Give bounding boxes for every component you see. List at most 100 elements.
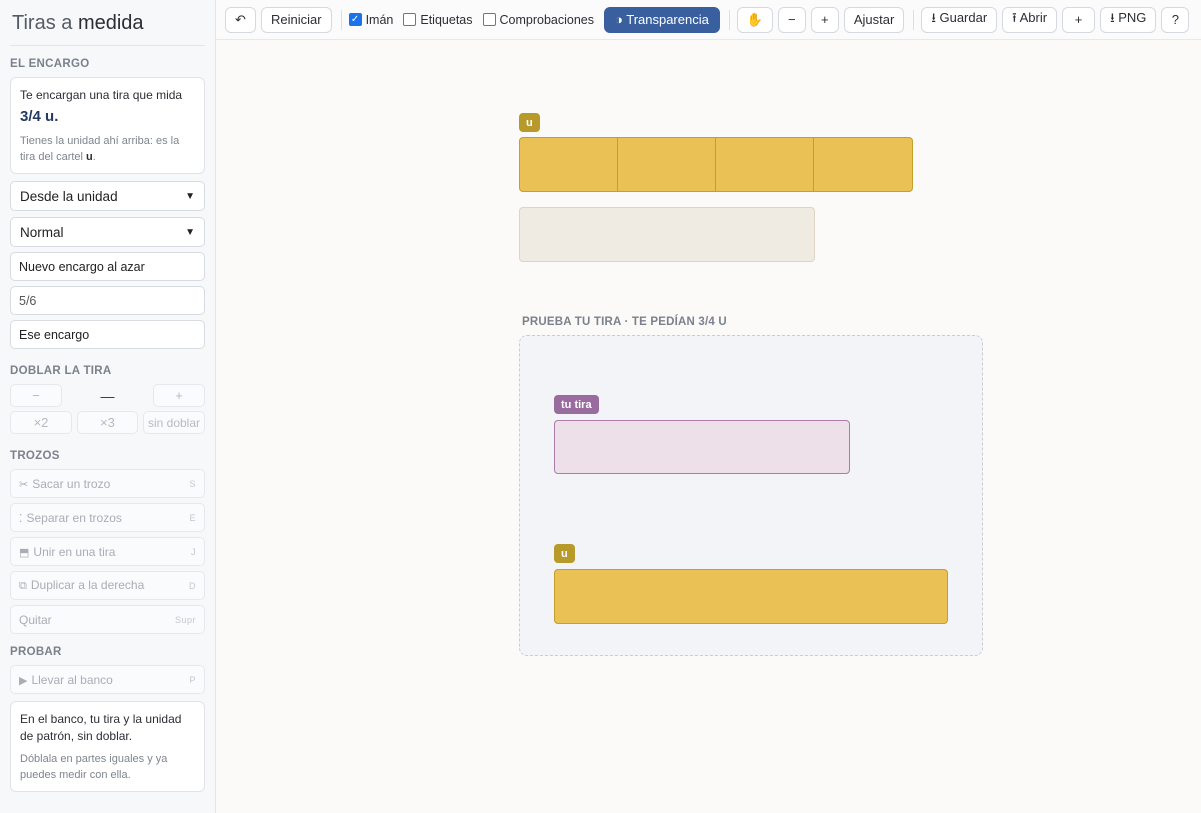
doblar-value: — <box>100 387 115 404</box>
fit-button[interactable]: Ajustar <box>843 6 905 33</box>
join-strip-key: J <box>191 546 196 557</box>
mode-select[interactable]: Desde la unidad ▼ <box>10 181 205 211</box>
cut-piece-label-wrap: ✂ Sacar un trozo <box>19 477 110 491</box>
doblar-row: − — + <box>10 384 205 407</box>
blank-strip[interactable] <box>519 207 815 262</box>
checkbox-empty-icon <box>403 13 417 26</box>
encargo-amount-value: 3/4 <box>20 108 41 125</box>
bench-unit-tag[interactable]: u <box>554 544 575 563</box>
encargo-card: Te encargan una tira que mida 3/4 u. Tie… <box>10 77 205 174</box>
doblar-x3-button[interactable]: ×3 <box>77 411 138 434</box>
send-to-bench-button[interactable]: ▶ Llevar al banco P <box>10 665 205 694</box>
cut-piece-button[interactable]: ✂ Sacar un trozo S <box>10 469 205 498</box>
chevron-down-icon: ▼ <box>185 226 195 238</box>
remove-key: Supr <box>174 614 196 625</box>
undo-button[interactable]: ↶ <box>225 6 256 33</box>
bench-info-text: En el banco, tu tira y la unidad de patr… <box>20 712 182 743</box>
doblar-x2-button[interactable]: ×2 <box>10 411 72 434</box>
hand-tool-button[interactable]: ✋ <box>736 6 773 33</box>
duplicate-label-wrap: ⧉ Duplicar a la derecha <box>19 578 144 593</box>
comprobaciones-label: Comprobaciones <box>499 12 595 27</box>
encargo-amount-unit: u <box>45 108 55 125</box>
cut-piece-label: Sacar un trozo <box>32 476 111 491</box>
encargo-heading: EL ENCARGO <box>10 58 90 70</box>
split-pieces-label-wrap: ⁚ Separar en trozos <box>19 511 122 525</box>
bench-info-card: En el banco, tu tira y la unidad de patr… <box>10 701 205 792</box>
zoom-out-button[interactable]: − <box>777 6 806 33</box>
etiquetas-checkbox[interactable]: Etiquetas <box>403 12 473 27</box>
checkbox-empty-icon <box>482 13 496 26</box>
bench-title: PRUEBA TU TIRA · TE PEDÍAN 3/4 U <box>522 316 727 328</box>
iman-checkbox[interactable]: ✓ Imán <box>348 12 394 27</box>
trozos-heading: TROZOS <box>10 450 60 462</box>
unit-tag[interactable]: u <box>519 113 540 132</box>
level-select-value: Normal <box>20 224 64 240</box>
divider <box>728 9 730 30</box>
level-select[interactable]: Normal ▼ <box>10 217 205 247</box>
mode-select-value: Desde la unidad <box>20 188 118 204</box>
join-strip-label: Unir en una tira <box>33 544 116 559</box>
reset-button[interactable]: Reiniciar <box>261 6 332 33</box>
split-pieces-key: E <box>189 512 196 523</box>
sin-doblar-button[interactable]: sin doblar <box>143 411 205 434</box>
unit-strip-divider <box>617 138 618 191</box>
duplicate-key: D <box>189 580 196 591</box>
join-icon: ⬒ <box>19 546 30 559</box>
comprobaciones-checkbox[interactable]: Comprobaciones <box>482 12 595 27</box>
unit-strip[interactable] <box>519 137 913 192</box>
canvas[interactable]: u PRUEBA TU TIRA · TE PEDÍAN 3/4 U tu ti… <box>216 41 1201 813</box>
doblar-presets: ×2 ×3 sin doblar <box>10 411 205 434</box>
random-encargo-button[interactable]: Nuevo encargo al azar <box>10 252 205 281</box>
join-strip-label-wrap: ⬒ Unir en una tira <box>19 545 115 559</box>
probar-heading: PROBAR <box>10 646 62 658</box>
etiquetas-label: Etiquetas <box>420 12 473 27</box>
app-title-light: Tiras a <box>12 12 78 34</box>
play-icon: ▶ <box>19 674 28 687</box>
export-png-button[interactable]: ⭳ PNG <box>1100 6 1157 33</box>
join-strip-button[interactable]: ⬒ Unir en una tira J <box>10 537 205 566</box>
send-to-bench-label-wrap: ▶ Llevar al banco <box>19 673 113 687</box>
doblar-heading: DOBLAR LA TIRA <box>10 365 112 377</box>
remove-label: Quitar <box>19 612 52 627</box>
doblar-plus-button[interactable]: + <box>153 384 205 407</box>
set-encargo-button[interactable]: Ese encargo <box>10 320 205 349</box>
iman-label: Imán <box>365 12 394 27</box>
split-icon: ⁚ <box>19 512 23 525</box>
your-strip-tag[interactable]: tu tira <box>554 395 599 414</box>
encargo-amount: 3/4 u. <box>20 107 195 127</box>
unit-strip-divider <box>715 138 716 191</box>
cut-piece-key: S <box>189 478 196 489</box>
zoom-in-button[interactable]: + <box>810 6 839 33</box>
send-to-bench-key: P <box>189 674 196 685</box>
duplicate-icon: ⧉ <box>19 580 27 592</box>
fraction-input[interactable]: 5/6 <box>10 286 205 315</box>
encargo-hint-text: Tienes la unidad ahí arriba: es la tira … <box>20 135 180 163</box>
remove-button[interactable]: Quitar Supr <box>10 605 205 634</box>
unit-strip-divider <box>813 138 814 191</box>
transparencia-button[interactable]: ◑ Transparencia <box>604 6 720 33</box>
test-bench[interactable]: tu tira u <box>519 335 983 656</box>
help-button[interactable]: ? <box>1161 6 1190 33</box>
toolbar: ↶ Reiniciar ✓ Imán Etiquetas Comprobacion… <box>216 0 1201 40</box>
encargo-hint-end: . <box>92 151 96 163</box>
bench-info-hint: Dóblala en partes iguales y ya puedes me… <box>20 753 168 781</box>
split-pieces-label: Separar en trozos <box>26 510 122 525</box>
doblar-minus-button[interactable]: − <box>10 384 62 407</box>
encargo-hint-bold: u <box>86 151 93 163</box>
your-strip[interactable] <box>554 420 850 474</box>
send-to-bench-label: Llevar al banco <box>31 672 113 687</box>
checkmark-icon: ✓ <box>348 13 362 26</box>
open-button[interactable]: ⭱ Abrir <box>1002 6 1058 33</box>
divider <box>913 9 915 30</box>
encargo-hint: Tienes la unidad ahí arriba: es la tira … <box>20 133 195 165</box>
scissors-icon: ✂ <box>19 478 29 491</box>
save-button[interactable]: ⭳ Guardar <box>921 6 998 33</box>
sidebar: Tiras a medida EL ENCARGO Te encargan un… <box>0 0 216 813</box>
split-pieces-button[interactable]: ⁚ Separar en trozos E <box>10 503 205 532</box>
duplicate-label: Duplicar a la derecha <box>30 578 145 592</box>
encargo-amount-end: . <box>54 108 59 125</box>
bench-unit-strip[interactable] <box>554 569 948 624</box>
add-button[interactable]: + <box>1062 6 1096 33</box>
app-title-bold: medida <box>77 12 144 34</box>
duplicate-right-button[interactable]: ⧉ Duplicar a la derecha D <box>10 571 205 600</box>
